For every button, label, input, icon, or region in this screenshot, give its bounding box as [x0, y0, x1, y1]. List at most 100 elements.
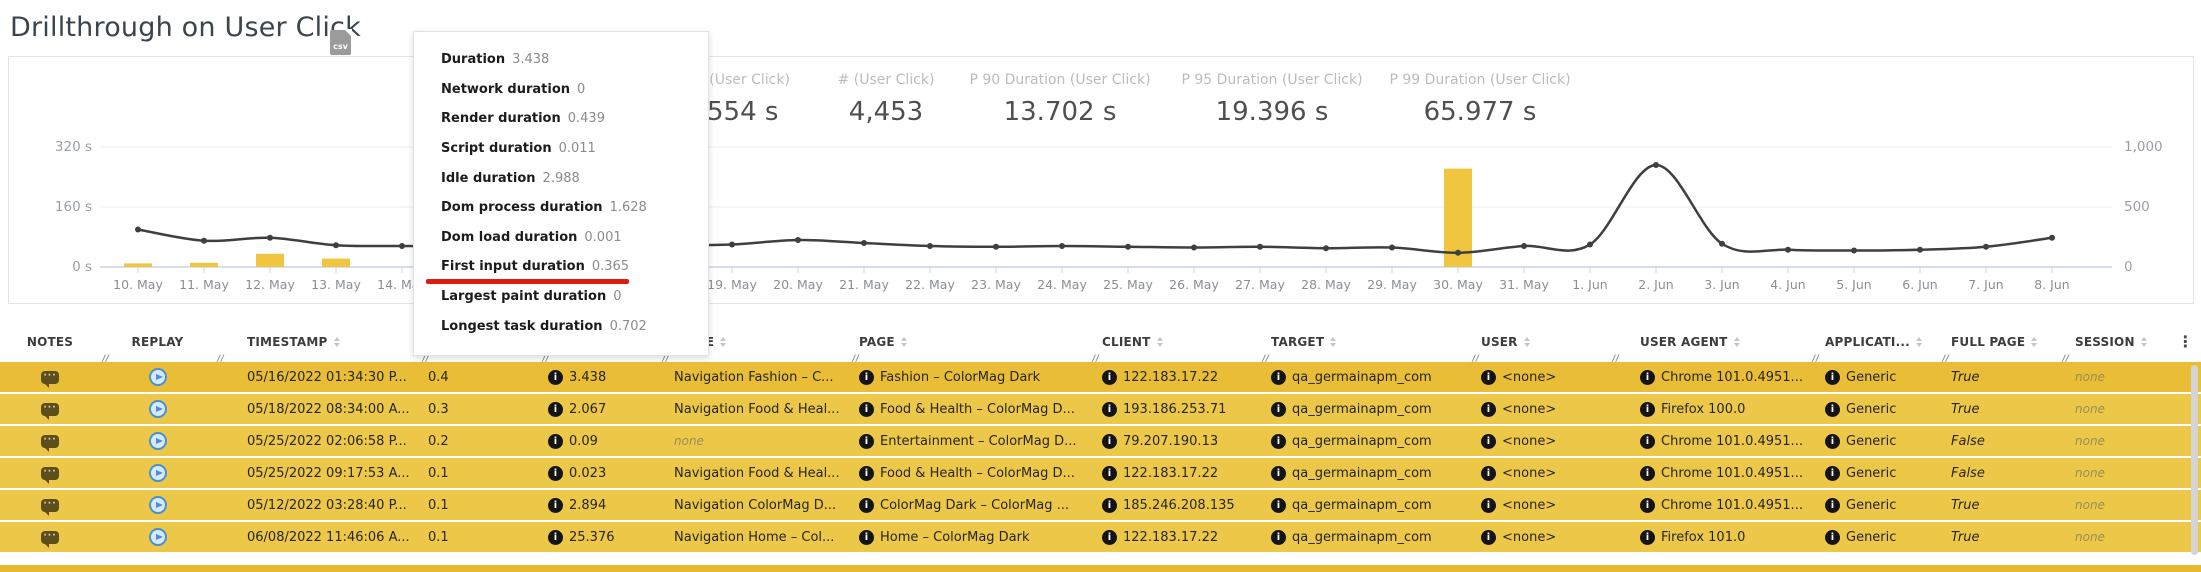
- sort-arrows-icon[interactable]: [1734, 337, 1740, 347]
- info-icon[interactable]: i: [1481, 466, 1496, 481]
- next-row-partial[interactable]: [0, 565, 2201, 572]
- cell-value: none: [2075, 370, 2105, 384]
- column-header-application[interactable]: ∕∕ APPLICATI...: [1810, 322, 1940, 362]
- column-resize-grip[interactable]: ∕∕: [1471, 354, 1479, 364]
- replay-play-icon[interactable]: [149, 528, 167, 546]
- table-row[interactable]: ···05/18/2022 08:34:00 A...0.3i2.067Navi…: [0, 394, 2201, 424]
- table-row[interactable]: ···05/16/2022 01:34:30 P...0.4i3.438Navi…: [0, 362, 2201, 392]
- info-icon[interactable]: i: [1825, 530, 1840, 545]
- info-icon[interactable]: i: [1481, 530, 1496, 545]
- timeseries-chart: 10. May11. May12. May13. May14. May15. M…: [0, 0, 2201, 310]
- info-icon[interactable]: i: [1825, 466, 1840, 481]
- info-icon[interactable]: i: [1640, 466, 1655, 481]
- info-icon[interactable]: i: [859, 402, 874, 417]
- column-resize-grip[interactable]: ∕∕: [1611, 354, 1619, 364]
- info-icon[interactable]: i: [1271, 466, 1286, 481]
- replay-play-icon[interactable]: [149, 400, 167, 418]
- notes-chat-icon[interactable]: ···: [41, 403, 59, 416]
- column-header-user[interactable]: ∕∕USER: [1470, 322, 1610, 362]
- info-icon[interactable]: i: [1640, 498, 1655, 513]
- info-icon[interactable]: i: [1481, 498, 1496, 513]
- info-icon[interactable]: i: [1102, 530, 1117, 545]
- replay-play-icon[interactable]: [149, 464, 167, 482]
- notes-chat-icon[interactable]: ···: [41, 531, 59, 544]
- cell-value: 193.186.253.71: [1123, 402, 1226, 417]
- sort-arrows-icon[interactable]: [334, 337, 340, 347]
- table-row[interactable]: ···06/08/2022 11:46:06 A...0.1i25.376Nav…: [0, 522, 2201, 552]
- replay-play-icon[interactable]: [149, 432, 167, 450]
- column-resize-grip[interactable]: ∕∕: [1261, 354, 1269, 364]
- column-resize-grip[interactable]: ∕∕: [2061, 354, 2069, 364]
- column-header-user_agent[interactable]: ∕∕USER AGENT: [1610, 322, 1810, 362]
- info-icon[interactable]: i: [548, 370, 563, 385]
- sort-arrows-icon[interactable]: [901, 337, 907, 347]
- info-icon[interactable]: i: [1102, 434, 1117, 449]
- info-icon[interactable]: i: [1102, 466, 1117, 481]
- info-icon[interactable]: i: [1481, 434, 1496, 449]
- column-header-target[interactable]: ∕∕TARGET: [1260, 322, 1470, 362]
- info-icon[interactable]: i: [859, 530, 874, 545]
- tooltip-metric-first-input-duration: First input duration0.365: [441, 252, 708, 282]
- info-icon[interactable]: i: [1640, 402, 1655, 417]
- info-icon[interactable]: i: [1825, 434, 1840, 449]
- replay-play-icon[interactable]: [149, 368, 167, 386]
- column-resize-grip[interactable]: ∕∕: [216, 354, 224, 364]
- table-scrollbar[interactable]: [2191, 365, 2198, 555]
- column-header-full_page[interactable]: ∕∕FULL PAGE: [1940, 322, 2060, 362]
- column-resize-grip[interactable]: ∕∕: [1811, 354, 1819, 364]
- table-row[interactable]: ···05/25/2022 09:17:53 A...0.1i0.023Navi…: [0, 458, 2201, 488]
- info-icon[interactable]: i: [1271, 530, 1286, 545]
- info-icon[interactable]: i: [1825, 402, 1840, 417]
- column-header-timestamp[interactable]: ∕∕TIMESTAMP: [215, 322, 420, 362]
- sort-arrows-icon[interactable]: [1157, 337, 1163, 347]
- sort-arrows-icon[interactable]: [720, 337, 726, 347]
- column-header-page[interactable]: ∕∕PAGE: [850, 322, 1090, 362]
- info-icon[interactable]: i: [1640, 370, 1655, 385]
- info-icon[interactable]: i: [548, 402, 563, 417]
- notes-chat-icon[interactable]: ···: [41, 371, 59, 384]
- info-icon[interactable]: i: [1102, 498, 1117, 513]
- cell-page: iEntertainment – ColorMag D...: [850, 426, 1090, 456]
- info-icon[interactable]: i: [1271, 370, 1286, 385]
- column-header-client[interactable]: ∕∕CLIENT: [1090, 322, 1260, 362]
- sort-arrows-icon[interactable]: [2141, 337, 2147, 347]
- column-resize-grip[interactable]: ∕∕: [101, 354, 109, 364]
- info-icon[interactable]: i: [548, 498, 563, 513]
- info-icon[interactable]: i: [1481, 370, 1496, 385]
- info-icon[interactable]: i: [1825, 370, 1840, 385]
- table-row[interactable]: ···05/25/2022 02:06:58 P...0.2i0.09nonei…: [0, 426, 2201, 456]
- info-icon[interactable]: i: [548, 434, 563, 449]
- info-icon[interactable]: i: [1271, 402, 1286, 417]
- info-icon[interactable]: i: [1481, 402, 1496, 417]
- notes-chat-icon[interactable]: ···: [41, 499, 59, 512]
- info-icon[interactable]: i: [548, 530, 563, 545]
- sort-arrows-icon[interactable]: [2031, 337, 2037, 347]
- info-icon[interactable]: i: [1640, 434, 1655, 449]
- info-icon[interactable]: i: [859, 370, 874, 385]
- info-icon[interactable]: i: [859, 434, 874, 449]
- cell-value: Generic: [1846, 402, 1896, 417]
- info-icon[interactable]: i: [1271, 498, 1286, 513]
- info-icon[interactable]: i: [548, 466, 563, 481]
- sort-arrows-icon[interactable]: [1330, 337, 1336, 347]
- column-resize-grip[interactable]: ∕∕: [1941, 354, 1949, 364]
- info-icon[interactable]: i: [1825, 498, 1840, 513]
- column-header-session[interactable]: ∕∕SESSION: [2060, 322, 2170, 362]
- notes-chat-icon[interactable]: ···: [41, 435, 59, 448]
- column-resize-grip[interactable]: ∕∕: [1091, 354, 1099, 364]
- table-row[interactable]: ···05/12/2022 03:28:40 P...0.1i2.894Navi…: [0, 490, 2201, 520]
- cell-client: i 193.186.253.71: [1090, 394, 1260, 424]
- kebab-menu-icon[interactable]: ⋮: [2177, 335, 2193, 349]
- notes-chat-icon[interactable]: ···: [41, 467, 59, 480]
- column-header-label: APPLICATI...: [1825, 335, 1910, 349]
- info-icon[interactable]: i: [859, 466, 874, 481]
- info-icon[interactable]: i: [1271, 434, 1286, 449]
- column-resize-grip[interactable]: ∕∕: [851, 354, 859, 364]
- sort-arrows-icon[interactable]: [1524, 337, 1530, 347]
- info-icon[interactable]: i: [1640, 530, 1655, 545]
- info-icon[interactable]: i: [1102, 402, 1117, 417]
- sort-arrows-icon[interactable]: [1916, 337, 1922, 347]
- info-icon[interactable]: i: [859, 498, 874, 513]
- info-icon[interactable]: i: [1102, 370, 1117, 385]
- replay-play-icon[interactable]: [149, 496, 167, 514]
